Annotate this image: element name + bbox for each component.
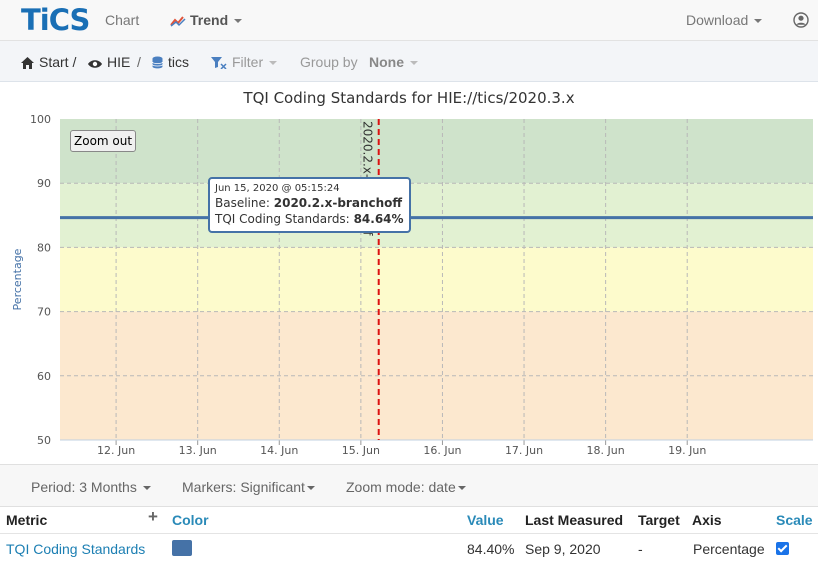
tooltip-metric-label: TQI Coding Standards: [215,212,350,226]
markers-label: Markers: Significant [182,479,305,495]
col-color[interactable]: Color [172,512,209,528]
x-tick-label: 17. Jun [505,444,543,457]
y-tick-label: 100 [30,113,51,126]
filter-icon [211,57,227,69]
chevron-down-icon [234,19,243,24]
markers-select[interactable]: Markers: Significant [182,479,315,495]
col-scale[interactable]: Scale [776,512,813,528]
x-tick-label: 14. Jun [260,444,298,457]
chart-tooltip: Jun 15, 2020 @ 05:15:24 Baseline: 2020.2… [208,177,411,233]
metric-color-swatch[interactable] [172,540,192,556]
chevron-down-icon [306,486,315,491]
metric-target: - [638,541,643,557]
nav-trend[interactable]: Trend [170,12,243,28]
x-tick-label: 15. Jun [342,444,380,457]
tooltip-baseline-value: 2020.2.x-branchoff [273,196,403,210]
col-metric: Metric [6,512,48,528]
user-icon[interactable] [793,12,809,28]
col-last-measured: Last Measured [525,512,624,528]
breadcrumb-start-label: Start / [39,54,77,70]
col-axis: Axis [692,512,722,528]
eye-icon [88,60,102,68]
col-value[interactable]: Value [467,512,504,528]
add-metric-button[interactable]: + [148,508,158,525]
metric-value: 84.40% [467,541,515,557]
plot-band [60,247,813,312]
zoom-mode-label: Zoom mode: date [346,479,456,495]
metric-last-measured: Sep 9, 2020 [525,541,601,557]
y-tick-label: 90 [37,177,51,190]
y-axis-label: Percentage [11,248,24,310]
chevron-down-icon [457,486,466,491]
trend-chart[interactable]: 50 60 70 80 90 100 12. Jun 13. Jun 14. Jun 15. J… [0,108,818,460]
period-label: Period: 3 Months [31,479,137,495]
group-by-value: None [369,54,404,70]
nav-trend-label: Trend [190,12,229,28]
chevron-down-icon [269,61,278,66]
breadcrumb: Start / HIE / tics Filter Group by None [0,41,818,82]
tooltip-baseline: Baseline: 2020.2.x-branchoff [215,195,404,211]
download-menu[interactable]: Download [686,12,763,28]
plot-band [60,119,813,184]
tooltip-date: Jun 15, 2020 @ 05:15:24 [215,183,340,194]
download-label: Download [686,12,749,28]
chevron-down-icon [142,486,151,491]
col-target: Target [638,512,680,528]
x-tick-label: 19. Jun [668,444,706,457]
tooltip-baseline-label: Baseline: [215,196,270,210]
x-tick-label: 18. Jun [587,444,625,457]
metric-axis: Percentage [693,541,765,557]
y-tick-label: 80 [37,241,51,254]
chevron-down-icon [410,61,418,66]
period-select[interactable]: Period: 3 Months [31,479,151,495]
y-tick-label: 70 [37,306,51,319]
trend-icon [170,16,186,27]
home-icon [21,57,34,69]
plot-band [60,183,813,248]
breadcrumb-start[interactable]: Start / [21,54,76,70]
nav-chart[interactable]: Chart [105,12,139,28]
database-icon [152,56,163,69]
scale-checkbox[interactable] [776,542,789,555]
top-navbar: TiCS Chart Trend Download [0,0,818,41]
filter-label: Filter [232,54,264,70]
x-tick-label: 13. Jun [179,444,217,457]
tooltip-metric: TQI Coding Standards: 84.64% [215,211,404,227]
x-tick-label: 12. Jun [97,444,135,457]
table-divider [0,533,818,534]
breadcrumb-branch-label: tics [168,54,189,70]
chevron-down-icon [754,19,763,24]
group-by-select[interactable]: None [369,54,418,70]
filter-menu[interactable]: Filter [211,54,278,70]
breadcrumb-branch[interactable]: tics [152,54,189,70]
y-tick-label: 50 [37,434,51,447]
metric-link[interactable]: TQI Coding Standards [6,541,145,557]
group-by-label: Group by [300,54,358,70]
chart-title: TQI Coding Standards for HIE://tics/2020… [243,89,575,107]
tooltip-metric-value: 84.64% [353,212,404,226]
breadcrumb-separator: / [137,54,141,70]
chart-controls: Period: 3 Months Markers: Significant Zo… [0,464,818,507]
x-tick-label: 16. Jun [423,444,461,457]
tics-logo[interactable]: TiCS [21,4,90,36]
breadcrumb-project[interactable]: HIE [88,54,130,70]
zoom-mode-select[interactable]: Zoom mode: date [346,479,466,495]
zoom-out-button[interactable]: Zoom out [70,130,137,152]
y-tick-label: 60 [37,370,51,383]
breadcrumb-project-label: HIE [107,54,131,70]
